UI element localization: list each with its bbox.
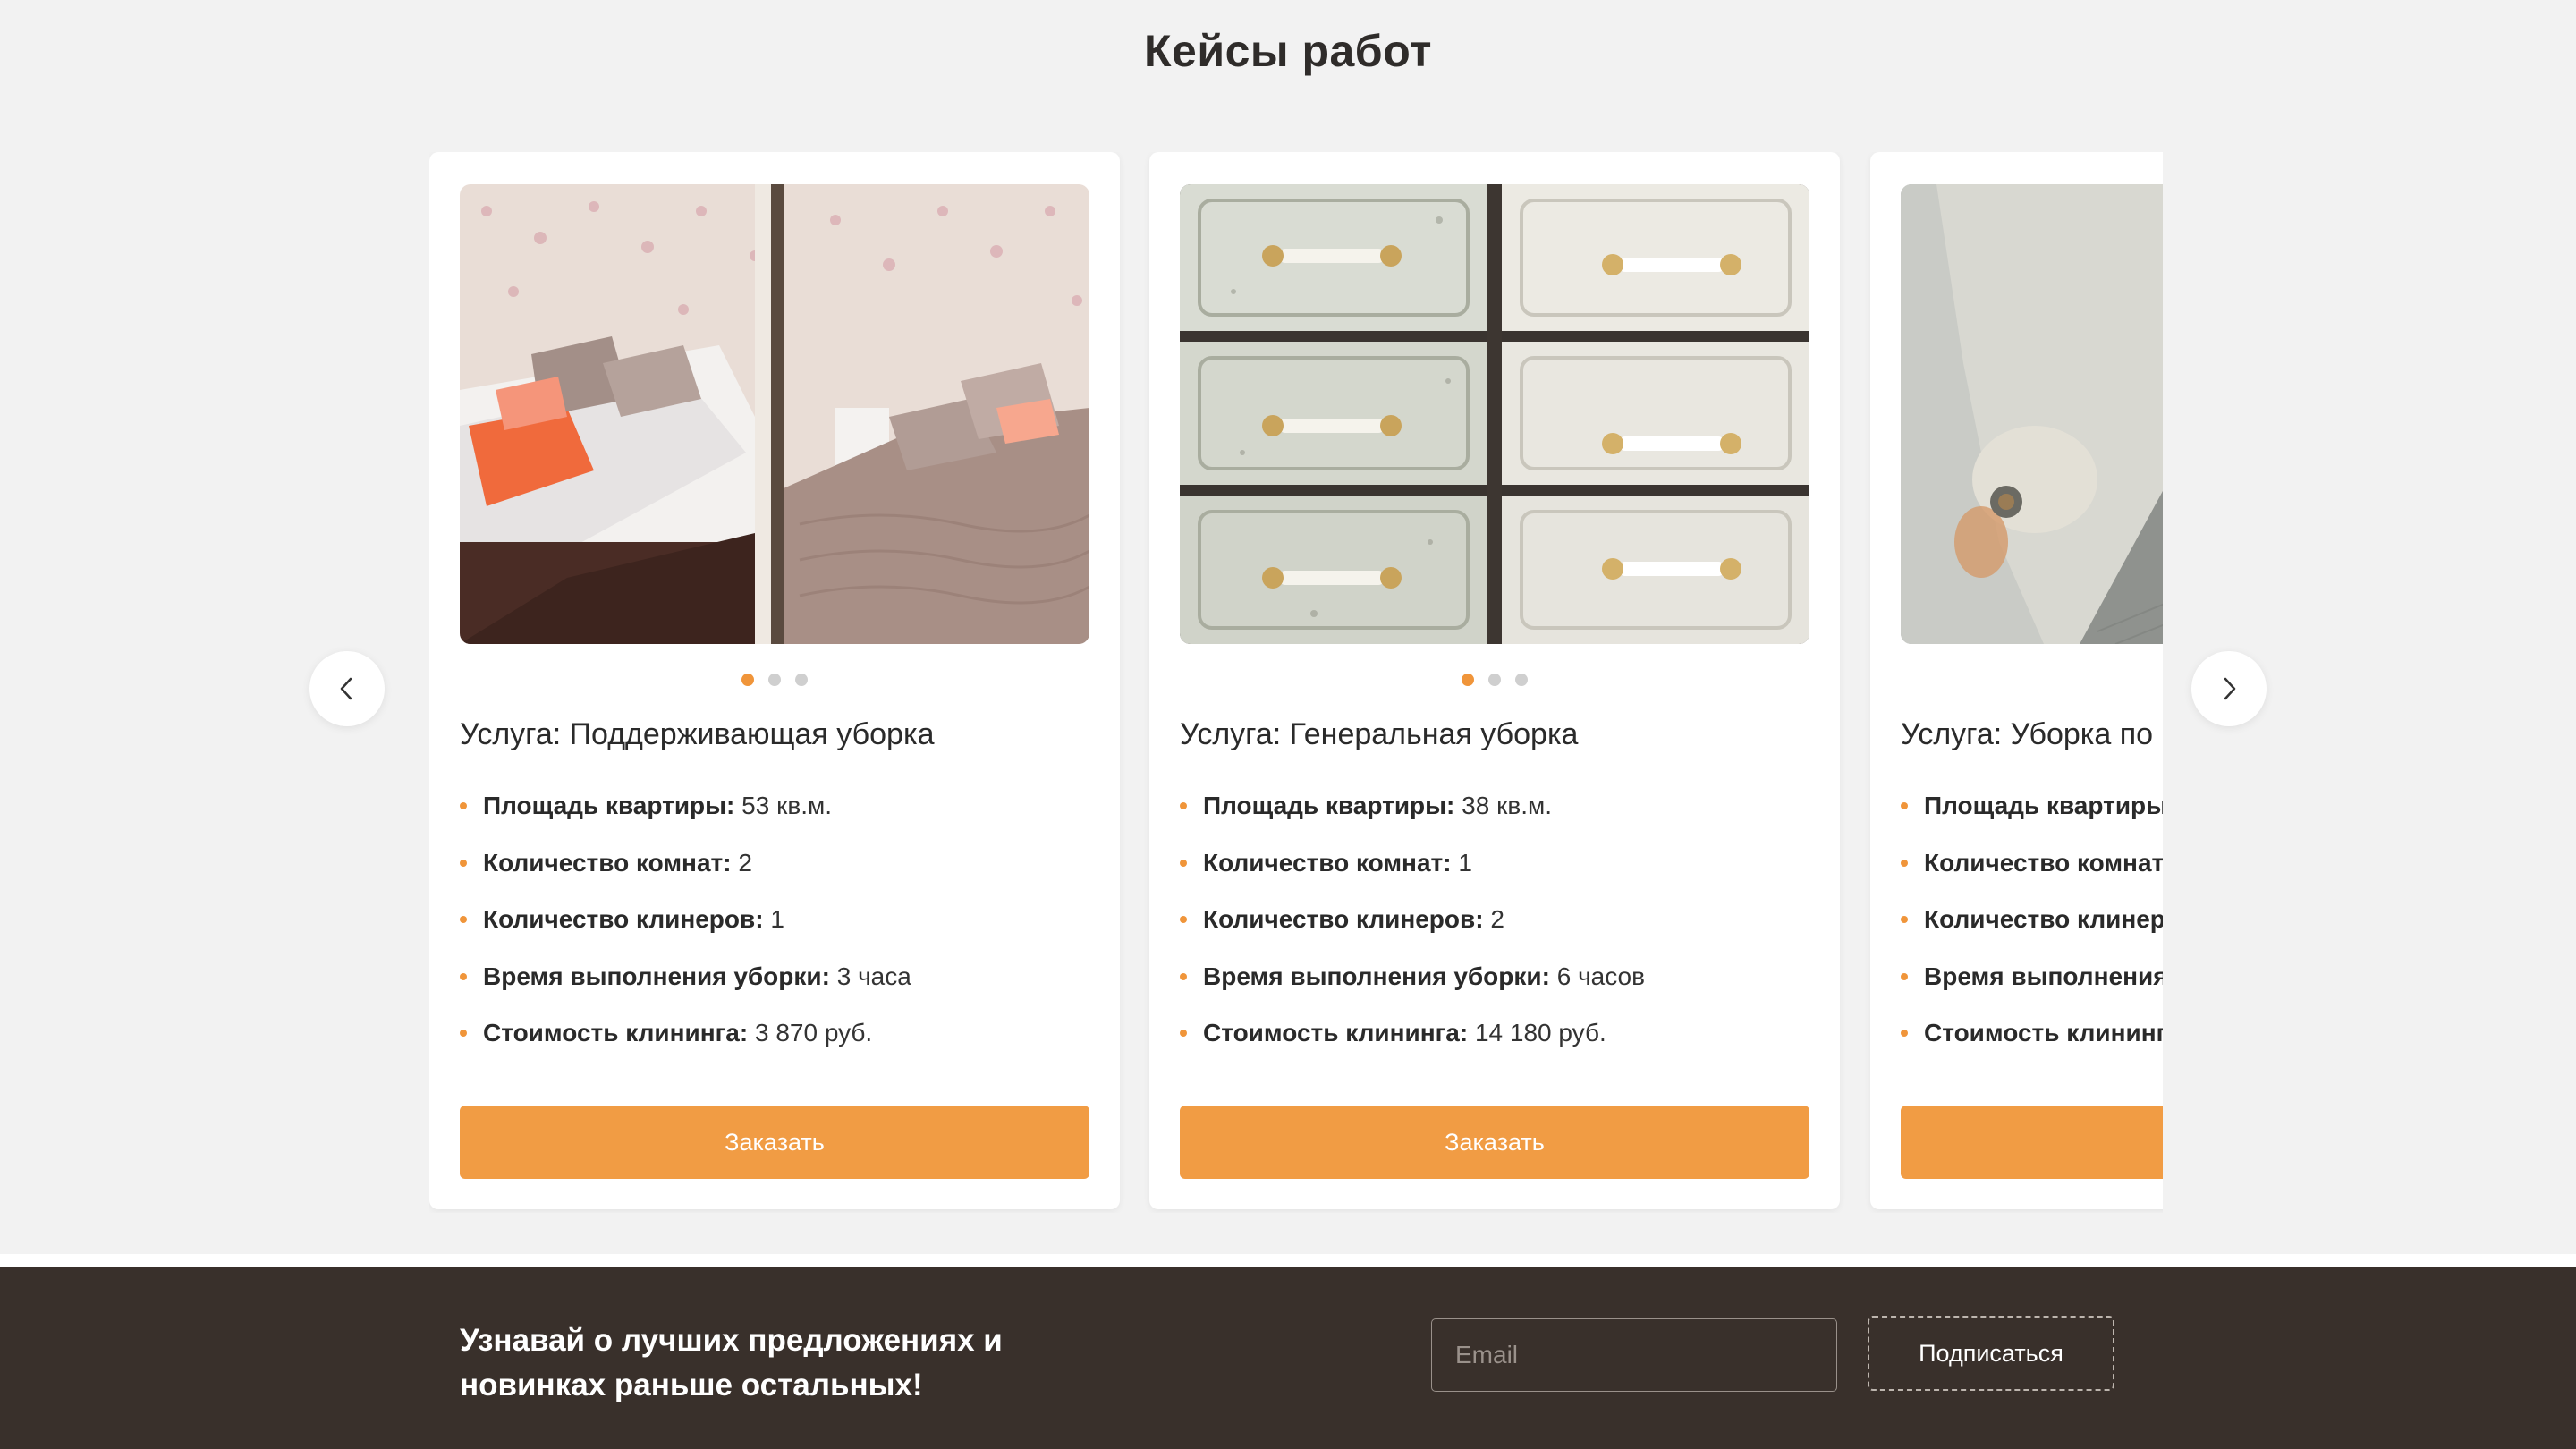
spec-item: Стоимость клининга: 3 870 руб. xyxy=(460,1020,911,1077)
case-photo-bathtub[interactable] xyxy=(1901,184,2163,644)
subscribe-text: Узнавай о лучших предложениях и новинках… xyxy=(460,1318,1032,1408)
carousel-dot[interactable] xyxy=(1488,674,1501,686)
spec-label: Количество комнат xyxy=(1924,848,2163,877)
case-card: Услуга: Уборка по Площадь квартиры Колич… xyxy=(1870,152,2163,1209)
carousel-dot[interactable] xyxy=(741,674,754,686)
carousel-dot[interactable] xyxy=(1462,674,1474,686)
subscribe-text-line: Узнавай о лучших предложениях и xyxy=(460,1323,1003,1358)
section-title: Кейсы работ xyxy=(1144,26,1432,76)
case-specs: Площадь квартиры Количество комнат Колич… xyxy=(1901,792,2163,1077)
spec-value: 3 870 руб. xyxy=(748,1019,873,1046)
spec-label: Количество клинеров: xyxy=(1203,905,1484,933)
case-specs: Площадь квартиры: 38 кв.м. Количество ко… xyxy=(1180,792,1645,1077)
chevron-left-icon xyxy=(340,677,352,700)
spec-value: 14 180 руб. xyxy=(1468,1019,1606,1046)
carousel-dot[interactable] xyxy=(1515,674,1528,686)
spec-item: Площадь квартиры xyxy=(1901,792,2163,850)
spec-value: 6 часов xyxy=(1549,962,1646,990)
spec-item: Количество клинеров: 2 xyxy=(1180,906,1645,963)
case-title: Услуга: Поддерживающая уборка xyxy=(460,717,935,751)
spec-item: Время выполнения уборки: 3 часа xyxy=(460,962,911,1021)
cases-carousel[interactable]: Услуга: Поддерживающая уборка Площадь кв… xyxy=(429,152,2163,1213)
carousel-next-button[interactable] xyxy=(2191,651,2267,726)
subscribe-footer: Узнавай о лучших предложениях и новинках… xyxy=(0,1267,2576,1449)
email-input[interactable] xyxy=(1431,1318,1837,1392)
spec-value: 3 часа xyxy=(829,962,911,990)
drawers-image xyxy=(1180,184,1809,644)
spec-value: 1 xyxy=(1451,848,1472,877)
chevron-right-icon xyxy=(2224,677,2236,700)
bedroom-image xyxy=(460,184,1089,644)
spec-item: Количество клинер xyxy=(1901,906,2163,963)
spec-item: Площадь квартиры: 53 кв.м. xyxy=(460,792,911,850)
spec-item: Количество комнат: 2 xyxy=(460,848,911,907)
carousel-dot[interactable] xyxy=(795,674,808,686)
spec-label: Количество клинер xyxy=(1924,905,2163,933)
case-title: Услуга: Уборка по xyxy=(1901,717,2154,751)
subscribe-text-line: новинках раньше остальных! xyxy=(460,1368,923,1402)
carousel-dots xyxy=(429,674,1120,691)
spec-value: 2 xyxy=(1483,905,1504,933)
spec-item: Стоимость клининг xyxy=(1901,1020,2163,1077)
carousel-dot[interactable] xyxy=(768,674,781,686)
spec-label: Стоимость клининг xyxy=(1924,1019,2163,1046)
spec-item: Количество комнат xyxy=(1901,848,2163,907)
spec-item: Время выполнения уборки: 6 часов xyxy=(1180,962,1646,1021)
case-photo-drawers[interactable] xyxy=(1180,184,1809,644)
order-button[interactable]: Заказать xyxy=(460,1106,1089,1179)
order-button[interactable] xyxy=(1901,1106,2163,1179)
order-button[interactable]: Заказать xyxy=(1180,1106,1809,1179)
spec-label: Площадь квартиры xyxy=(1924,792,2163,819)
spec-label: Количество клинеров: xyxy=(483,905,764,933)
spec-label: Стоимость клининга: xyxy=(483,1019,749,1046)
case-card: Услуга: Поддерживающая уборка Площадь кв… xyxy=(429,152,1120,1209)
bathtub-image xyxy=(1901,184,2163,644)
spec-value: 2 xyxy=(731,848,752,877)
section-divider xyxy=(0,1254,2576,1267)
case-specs: Площадь квартиры: 53 кв.м. Количество ко… xyxy=(460,792,911,1077)
spec-value: 1 xyxy=(763,905,784,933)
spec-label: Стоимость клининга: xyxy=(1203,1019,1469,1046)
carousel-dots xyxy=(1149,674,1840,691)
spec-item: Количество комнат: 1 xyxy=(1180,848,1645,907)
spec-label: Время выполнения уборки: xyxy=(1203,962,1550,990)
spec-label: Время выполнения уборки: xyxy=(483,962,830,990)
case-card: Услуга: Генеральная уборка Площадь кварт… xyxy=(1149,152,1840,1209)
spec-label: Количество комнат: xyxy=(483,848,732,877)
carousel-prev-button[interactable] xyxy=(309,651,385,726)
spec-value: 38 кв.м. xyxy=(1454,792,1553,819)
spec-label: Время выполнения xyxy=(1924,962,2163,990)
case-title: Услуга: Генеральная уборка xyxy=(1180,717,1579,751)
spec-label: Количество комнат: xyxy=(1203,848,1452,877)
case-photo-bedroom[interactable] xyxy=(460,184,1089,644)
subscribe-button[interactable]: Подписаться xyxy=(1868,1316,2114,1391)
spec-label: Площадь квартиры: xyxy=(483,792,735,819)
spec-label: Площадь квартиры: xyxy=(1203,792,1455,819)
spec-item: Стоимость клининга: 14 180 руб. xyxy=(1180,1020,1645,1077)
spec-value: 53 кв.м. xyxy=(734,792,833,819)
spec-item: Площадь квартиры: 38 кв.м. xyxy=(1180,792,1645,850)
spec-item: Количество клинеров: 1 xyxy=(460,906,911,963)
spec-item: Время выполнения xyxy=(1901,962,2163,1021)
